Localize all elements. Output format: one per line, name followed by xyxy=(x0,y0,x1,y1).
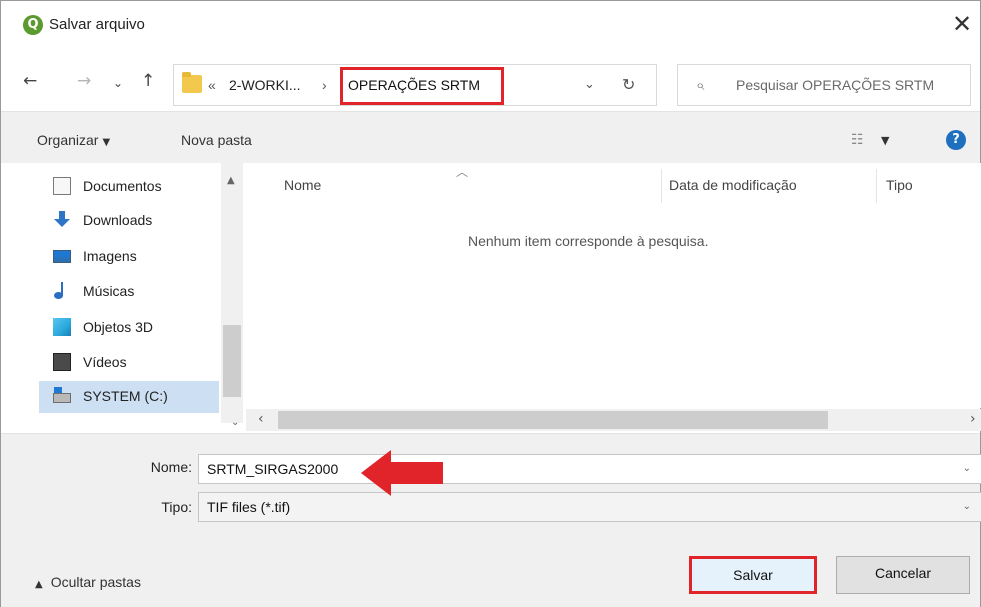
video-icon xyxy=(53,353,71,371)
sort-indicator-icon: ︿ xyxy=(456,165,469,179)
sidebar-item-label: SYSTEM (C:) xyxy=(83,388,168,404)
breadcrumb-separator-icon[interactable]: › xyxy=(322,77,327,93)
column-header-name[interactable]: Nome xyxy=(284,177,321,193)
sidebar-item-documents[interactable]: Documentos xyxy=(53,171,218,203)
annotation-arrow-icon xyxy=(361,450,443,496)
empty-list-message: Nenhum item corresponde à pesquisa. xyxy=(468,233,709,249)
new-folder-button[interactable]: Nova pasta xyxy=(181,132,252,148)
file-type-label: Tipo: xyxy=(161,499,192,515)
recent-locations-icon[interactable]: ⌄ xyxy=(113,73,123,93)
title-bar: Q Salvar arquivo ✕ xyxy=(1,1,980,49)
3d-objects-icon xyxy=(53,318,71,336)
chevron-down-icon[interactable]: ⌄ xyxy=(963,501,971,512)
download-icon xyxy=(53,211,71,229)
caret-down-icon[interactable]: ▼ xyxy=(881,134,889,147)
organize-button[interactable]: Organizar ▼ xyxy=(37,132,110,148)
sidebar-item-system-drive[interactable]: SYSTEM (C:) xyxy=(39,381,219,413)
drive-icon xyxy=(53,387,71,403)
document-icon xyxy=(53,177,71,195)
sidebar-item-videos[interactable]: Vídeos xyxy=(53,347,218,379)
file-type-value: TIF files (*.tif) xyxy=(207,499,291,515)
breadcrumb-item-current[interactable]: OPERAÇÕES SRTM xyxy=(340,67,504,105)
column-divider[interactable] xyxy=(876,169,877,203)
file-name-field[interactable]: SRTM_SIRGAS2000 ⌄ xyxy=(198,454,981,484)
chevron-down-icon[interactable]: ⌄ xyxy=(963,463,971,474)
cancel-button[interactable]: Cancelar xyxy=(836,556,970,594)
folder-icon xyxy=(182,72,202,93)
navigation-bar: ← → ⌄ ↑ « 2-WORKI... › OPERAÇÕES SRTM ⌄ … xyxy=(1,49,980,111)
scrollbar-thumb[interactable] xyxy=(278,411,828,429)
save-button[interactable]: Salvar xyxy=(689,556,817,594)
save-form: Nome: SRTM_SIRGAS2000 ⌄ Tipo: TIF files … xyxy=(1,433,981,607)
navigation-pane: Documentos Downloads Imagens Músicas Obj… xyxy=(1,163,246,413)
chevron-down-icon[interactable]: ⌄ xyxy=(584,77,595,92)
sidebar-item-label: Imagens xyxy=(83,248,137,264)
search-box[interactable]: ⌕ Pesquisar OPERAÇÕES SRTM xyxy=(677,64,971,106)
address-bar[interactable]: « 2-WORKI... › OPERAÇÕES SRTM ⌄ ↻ xyxy=(173,64,657,106)
help-icon[interactable]: ? xyxy=(946,130,966,150)
file-name-value[interactable]: SRTM_SIRGAS2000 xyxy=(207,461,338,477)
images-icon xyxy=(53,250,71,263)
caret-down-icon: ▼ xyxy=(102,137,111,148)
music-icon xyxy=(53,282,71,300)
scroll-up-icon[interactable]: ▲ xyxy=(227,175,235,186)
sidebar-item-downloads[interactable]: Downloads xyxy=(53,205,218,237)
file-type-select[interactable]: TIF files (*.tif) ⌄ xyxy=(198,492,981,522)
close-button[interactable]: ✕ xyxy=(944,9,980,41)
search-input[interactable]: Pesquisar OPERAÇÕES SRTM xyxy=(736,77,934,93)
view-options-icon[interactable]: ☷ xyxy=(851,132,864,148)
sidebar-item-label: Downloads xyxy=(83,212,153,228)
search-icon: ⌕ xyxy=(696,76,705,94)
scroll-down-icon[interactable]: ⌄ xyxy=(231,417,239,428)
qgis-icon: Q xyxy=(23,15,43,35)
scroll-left-icon[interactable]: ‹ xyxy=(258,411,264,427)
sidebar-item-label: Músicas xyxy=(83,283,135,299)
forward-arrow-icon[interactable]: → xyxy=(77,71,91,91)
sidebar-item-images[interactable]: Imagens xyxy=(53,241,218,273)
hide-folders-button[interactable]: ▲ Ocultar pastas xyxy=(35,574,141,590)
sidebar-item-music[interactable]: Músicas xyxy=(53,276,218,308)
file-name-label: Nome: xyxy=(150,459,192,475)
breadcrumb-overflow-icon[interactable]: « xyxy=(208,77,216,93)
chevron-up-icon: ▲ xyxy=(35,579,43,590)
sidebar-item-label: Documentos xyxy=(83,178,162,194)
refresh-icon[interactable]: ↻ xyxy=(622,75,635,94)
command-toolbar: Organizar ▼ Nova pasta ☷ ▼ ? xyxy=(1,111,980,163)
back-arrow-icon[interactable]: ← xyxy=(23,71,37,91)
scroll-right-icon[interactable]: › xyxy=(970,411,976,427)
scrollbar-thumb[interactable] xyxy=(223,325,241,397)
column-header-type[interactable]: Tipo xyxy=(886,177,913,193)
column-header-date[interactable]: Data de modificação xyxy=(669,177,797,193)
sidebar-item-3d-objects[interactable]: Objetos 3D xyxy=(53,312,218,344)
horizontal-scrollbar[interactable]: ‹ › xyxy=(246,409,981,431)
hide-folders-label: Ocultar pastas xyxy=(50,574,141,590)
navigation-scrollbar[interactable]: ▲ xyxy=(221,163,243,423)
window-title: Salvar arquivo xyxy=(49,16,145,33)
save-file-dialog: Q Salvar arquivo ✕ ← → ⌄ ↑ « 2-WORKI... … xyxy=(0,0,981,607)
breadcrumb-item-working[interactable]: 2-WORKI... xyxy=(229,77,301,93)
sidebar-item-label: Objetos 3D xyxy=(83,319,154,335)
file-list[interactable]: ︿ Nome Data de modificação Tipo Nenhum i… xyxy=(246,163,981,408)
column-divider[interactable] xyxy=(661,169,662,203)
organize-label: Organizar xyxy=(37,132,99,148)
up-arrow-icon[interactable]: ↑ xyxy=(141,71,155,91)
sidebar-item-label: Vídeos xyxy=(83,354,127,370)
